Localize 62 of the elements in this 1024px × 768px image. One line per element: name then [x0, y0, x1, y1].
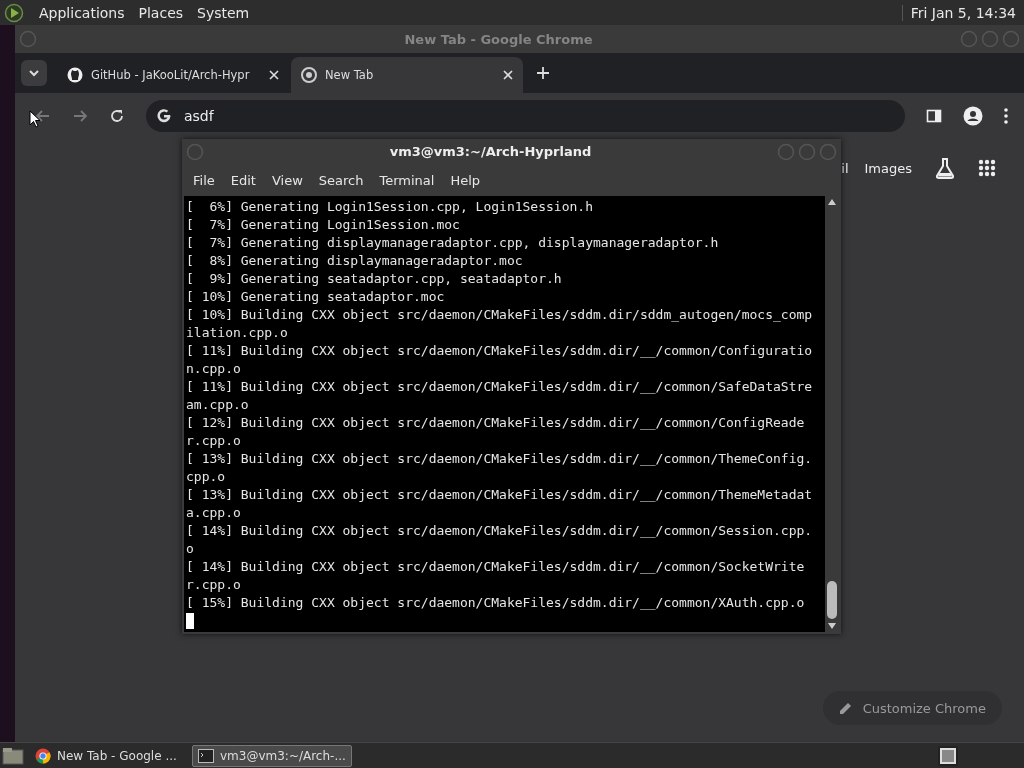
- browser-tab[interactable]: GitHub - JaKooLit/Arch-Hypr: [57, 57, 289, 93]
- workspace-icon[interactable]: [938, 745, 958, 766]
- terminal-line: [ 13%] Building CXX object src/daemon/CMakeFiles/sddm.dir/__/common/ThemeConfig.cpp.o: [186, 450, 814, 486]
- menu-item[interactable]: Terminal: [371, 172, 443, 188]
- side-panel-icon[interactable]: [926, 108, 942, 124]
- scroll-down-icon[interactable]: [828, 623, 836, 629]
- back-icon[interactable]: [35, 108, 51, 124]
- panel-menu[interactable]: System: [190, 4, 257, 21]
- browser-tab[interactable]: New Tab: [291, 57, 523, 93]
- tab-search-icon[interactable]: [21, 60, 47, 86]
- terminal-line: [ 9%] Generating seatadaptor.cpp, seatadaptor.h: [186, 270, 563, 288]
- menu-item[interactable]: Help: [442, 172, 489, 188]
- menu-item[interactable]: View: [263, 172, 311, 188]
- terminal-line: [ 10%] Generating seatadaptor.moc: [186, 288, 446, 306]
- header-link[interactable]: Images: [864, 160, 912, 176]
- flask-icon[interactable]: [934, 157, 956, 179]
- terminal-line: [ 6%] Generating Login1Session.cpp, Login1Session.h: [186, 198, 594, 216]
- terminal-icon: [198, 748, 214, 763]
- scroll-up-icon[interactable]: [828, 199, 836, 205]
- mouse-pointer-icon: [29, 110, 41, 128]
- chrome-logo-icon: [301, 67, 317, 83]
- show-desktop-icon[interactable]: [2, 746, 24, 765]
- pencil-icon: [838, 701, 853, 715]
- distro-logo-icon[interactable]: [4, 2, 24, 23]
- menu-item[interactable]: Edit: [222, 172, 264, 188]
- terminal-line: [ 11%] Building CXX object src/daemon/CMakeFiles/sddm.dir/__/common/Configuration.cpp.o: [186, 342, 814, 378]
- window-title: New Tab - Google Chrome: [403, 31, 594, 47]
- terminal-line: [ 13%] Building CXX object src/daemon/CMakeFiles/sddm.dir/__/common/ThemeMetadata.cpp.o: [186, 486, 814, 522]
- scrollbar-thumb[interactable]: [827, 581, 837, 619]
- taskbar-button[interactable]: New Tab - Google ...: [30, 744, 186, 767]
- google-g-icon: [156, 108, 172, 124]
- close-icon[interactable]: [269, 70, 279, 80]
- menu-item[interactable]: Search: [310, 172, 372, 188]
- panel-menu[interactable]: Applications: [32, 4, 132, 21]
- window-title: vm3@vm3:~/Arch-Hyprland: [388, 144, 593, 159]
- terminal-line: [ 12%] Building CXX object src/daemon/CMakeFiles/sddm.dir/__/common/ConfigReader.cpp.o: [186, 414, 806, 450]
- terminal-line: [ 7%] Generating Login1Session.moc: [186, 216, 461, 234]
- chrome-logo-icon: [35, 747, 51, 764]
- octocat-icon: [67, 67, 83, 83]
- terminal-line: [ 10%] Building CXX object src/daemon/CMakeFiles/sddm.dir/sddm_autogen/mocs_compilation.cpp.o: [186, 306, 814, 342]
- taskbar-button[interactable]: vm3@vm3:~/Arch-...: [192, 744, 352, 767]
- address-bar[interactable]: asdf: [146, 100, 905, 132]
- clock[interactable]: Fri Jan 5, 14:34: [901, 4, 1020, 21]
- terminal-line: [ 8%] Generating displaymanageradaptor.moc: [186, 252, 524, 270]
- terminal-line: [ 11%] Building CXX object src/daemon/CMakeFiles/sddm.dir/__/common/SafeDataStream.cpp.o: [186, 378, 814, 414]
- new-tab-icon[interactable]: [537, 67, 549, 79]
- menu-icon[interactable]: [1004, 108, 1008, 124]
- terminal-line: [ 15%] Building CXX object src/daemon/CMakeFiles/sddm.dir/__/common/XAuth.cpp.o: [186, 594, 806, 612]
- panel-menu[interactable]: Places: [131, 4, 191, 21]
- customize-chrome-button[interactable]: Customize Chrome: [822, 691, 1002, 725]
- apps-grid-icon[interactable]: [978, 159, 996, 177]
- close-icon[interactable]: [503, 70, 513, 80]
- profile-icon[interactable]: [963, 106, 983, 126]
- reload-icon[interactable]: [109, 108, 125, 124]
- terminal-line: [ 7%] Generating displaymanageradaptor.cpp, displaymanageradaptor.h: [186, 234, 720, 252]
- menu-item[interactable]: File: [185, 172, 223, 188]
- header-link[interactable]: il: [841, 160, 849, 176]
- forward-icon[interactable]: [72, 108, 88, 124]
- text-cursor: [186, 613, 194, 629]
- terminal-line: [ 14%] Building CXX object src/daemon/CMakeFiles/sddm.dir/__/common/SocketWriter.cpp.o: [186, 558, 806, 594]
- scrollbar[interactable]: [825, 196, 839, 632]
- terminal-line: [ 14%] Building CXX object src/daemon/CMakeFiles/sddm.dir/__/common/Session.cpp.o: [186, 522, 814, 558]
